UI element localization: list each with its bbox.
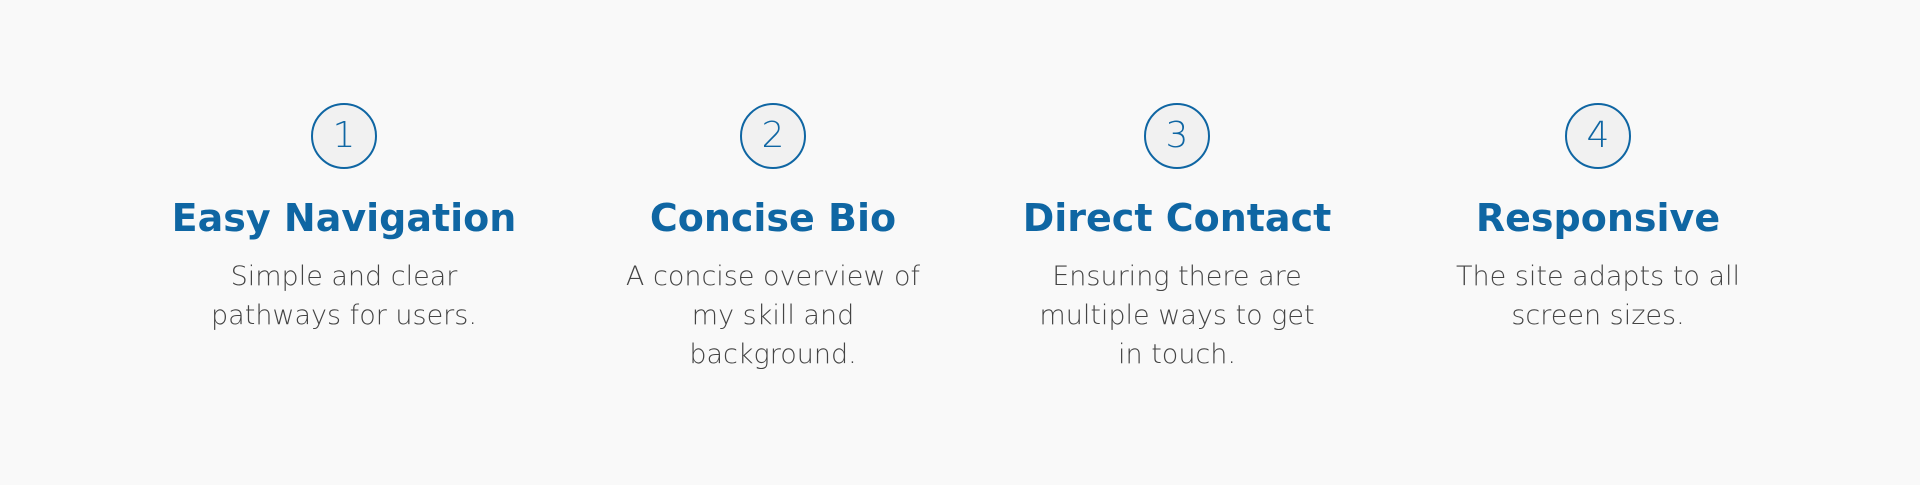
step-number-badge: 2 bbox=[740, 103, 806, 169]
feature-card-direct-contact: 3 Direct Contact Ensuring there are mult… bbox=[967, 103, 1387, 374]
step-number: 1 bbox=[332, 115, 356, 156]
step-number: 3 bbox=[1165, 115, 1189, 156]
features-section: 1 Easy Navigation Simple and clear pathw… bbox=[0, 0, 1920, 485]
step-number-badge: 3 bbox=[1144, 103, 1210, 169]
feature-title: Responsive bbox=[1475, 196, 1721, 240]
feature-description: Simple and clear pathways for users. bbox=[211, 261, 477, 331]
feature-description: Ensuring there are multiple ways to get … bbox=[1039, 261, 1315, 370]
feature-title: Easy Navigation bbox=[171, 196, 517, 240]
feature-card-easy-navigation: 1 Easy Navigation Simple and clear pathw… bbox=[134, 103, 554, 335]
step-number-badge: 1 bbox=[311, 103, 377, 169]
feature-title: Concise Bio bbox=[649, 196, 897, 240]
step-number: 2 bbox=[761, 115, 785, 156]
step-number: 4 bbox=[1586, 115, 1610, 156]
feature-card-concise-bio: 2 Concise Bio A concise overview of my s… bbox=[563, 103, 983, 374]
step-number-badge: 4 bbox=[1565, 103, 1631, 169]
feature-card-responsive: 4 Responsive The site adapts to all scre… bbox=[1388, 103, 1808, 335]
feature-description: The site adapts to all screen sizes. bbox=[1456, 261, 1740, 331]
feature-description: A concise overview of my skill and backg… bbox=[625, 261, 921, 370]
feature-title: Direct Contact bbox=[1022, 196, 1332, 240]
